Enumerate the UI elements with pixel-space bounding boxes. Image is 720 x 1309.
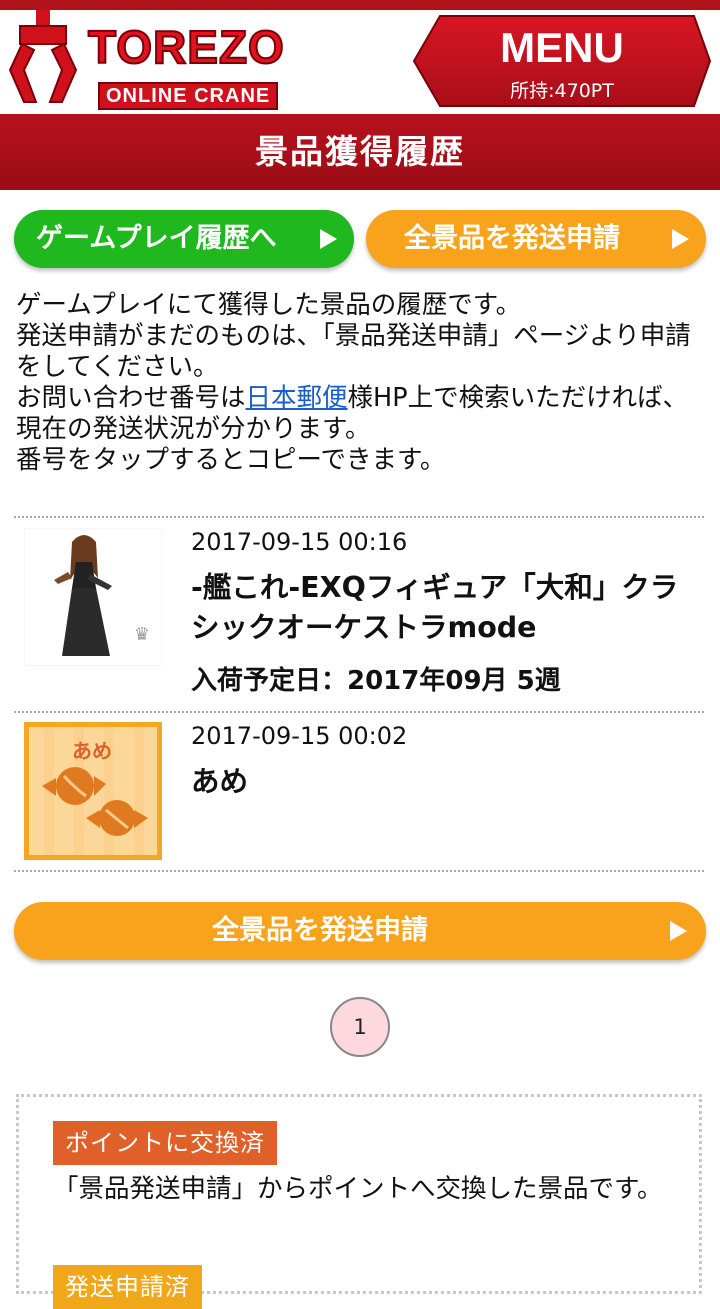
shipped-badge: 発送申請済 — [53, 1265, 202, 1309]
prize-name: -艦これ-EXQフィギュア「大和」クラシックオーケストラmode — [191, 571, 679, 644]
menu-label: MENU — [500, 24, 624, 71]
description-line: お問い合わせ番号は日本郵便様HP上で検索いただければ、現在の発送状況が分かります… — [16, 383, 706, 445]
prize-name: あめ — [191, 765, 249, 798]
menu-button[interactable]: MENU 所持:470PT — [412, 14, 712, 108]
svg-text:♛: ♛ — [134, 624, 150, 644]
app-header: TOREZO ONLINE CRANE MENU 所持:470PT — [0, 10, 720, 114]
candy-thumb-label: あめ — [72, 739, 112, 763]
ship-all-label: 全景品を発送申請 — [404, 223, 620, 254]
exchanged-description: 「景品発送申請」からポイントへ交換した景品です。 — [53, 1174, 663, 1204]
description-text: お問い合わせ番号は — [16, 383, 246, 413]
points-balance: 所持:470PT — [510, 80, 614, 102]
description-line: ゲームプレイにて獲得した景品の履歴です。 — [16, 290, 522, 320]
status-legend: ポイントに交換済 「景品発送申請」からポイントへ交換した景品です。 発送申請済 — [16, 1094, 702, 1309]
page-number-current[interactable]: 1 — [330, 997, 390, 1057]
page-title: 景品獲得履歴 — [0, 114, 720, 190]
play-arrow-icon — [672, 229, 689, 249]
list-divider — [14, 711, 704, 713]
top-accent-bar — [0, 0, 720, 10]
arrival-date: 入荷予定日：2017年09月 5週 — [191, 666, 561, 696]
history-description: ゲームプレイにて獲得した景品の履歴です。 発送申請がまだのものは、「景品発送申請… — [16, 290, 706, 476]
japan-post-link[interactable]: 日本郵便 — [246, 383, 348, 413]
figure-image[interactable]: ♛ — [24, 528, 162, 666]
exchanged-badge: ポイントに交換済 — [53, 1121, 277, 1165]
logo-wordmark: TOREZO — [87, 20, 285, 74]
ship-all-label: 全景品を発送申請 — [212, 915, 428, 946]
game-history-button[interactable]: ゲームプレイ履歴へ — [14, 210, 354, 268]
description-line: 発送申請がまだのものは、「景品発送申請」ページより申請をしてください。 — [16, 321, 691, 382]
crane-claw-icon — [8, 10, 78, 103]
game-history-label: ゲームプレイ履歴へ — [36, 223, 277, 254]
play-arrow-icon — [670, 921, 687, 941]
ship-all-button-top[interactable]: 全景品を発送申請 — [366, 210, 706, 268]
candy-image[interactable]: あめ — [24, 722, 162, 860]
won-date: 2017-09-15 00:02 — [191, 722, 408, 750]
torezo-logo[interactable]: TOREZO ONLINE CRANE — [6, 10, 326, 114]
list-divider — [14, 516, 704, 518]
logo-subtitle: ONLINE CRANE — [98, 82, 279, 110]
ship-all-button-bottom[interactable]: 全景品を発送申請 — [14, 902, 706, 960]
won-date: 2017-09-15 00:16 — [191, 528, 408, 556]
description-line: 番号をタップするとコピーできます。 — [16, 445, 446, 475]
list-divider — [14, 870, 704, 872]
play-arrow-icon — [320, 229, 337, 249]
